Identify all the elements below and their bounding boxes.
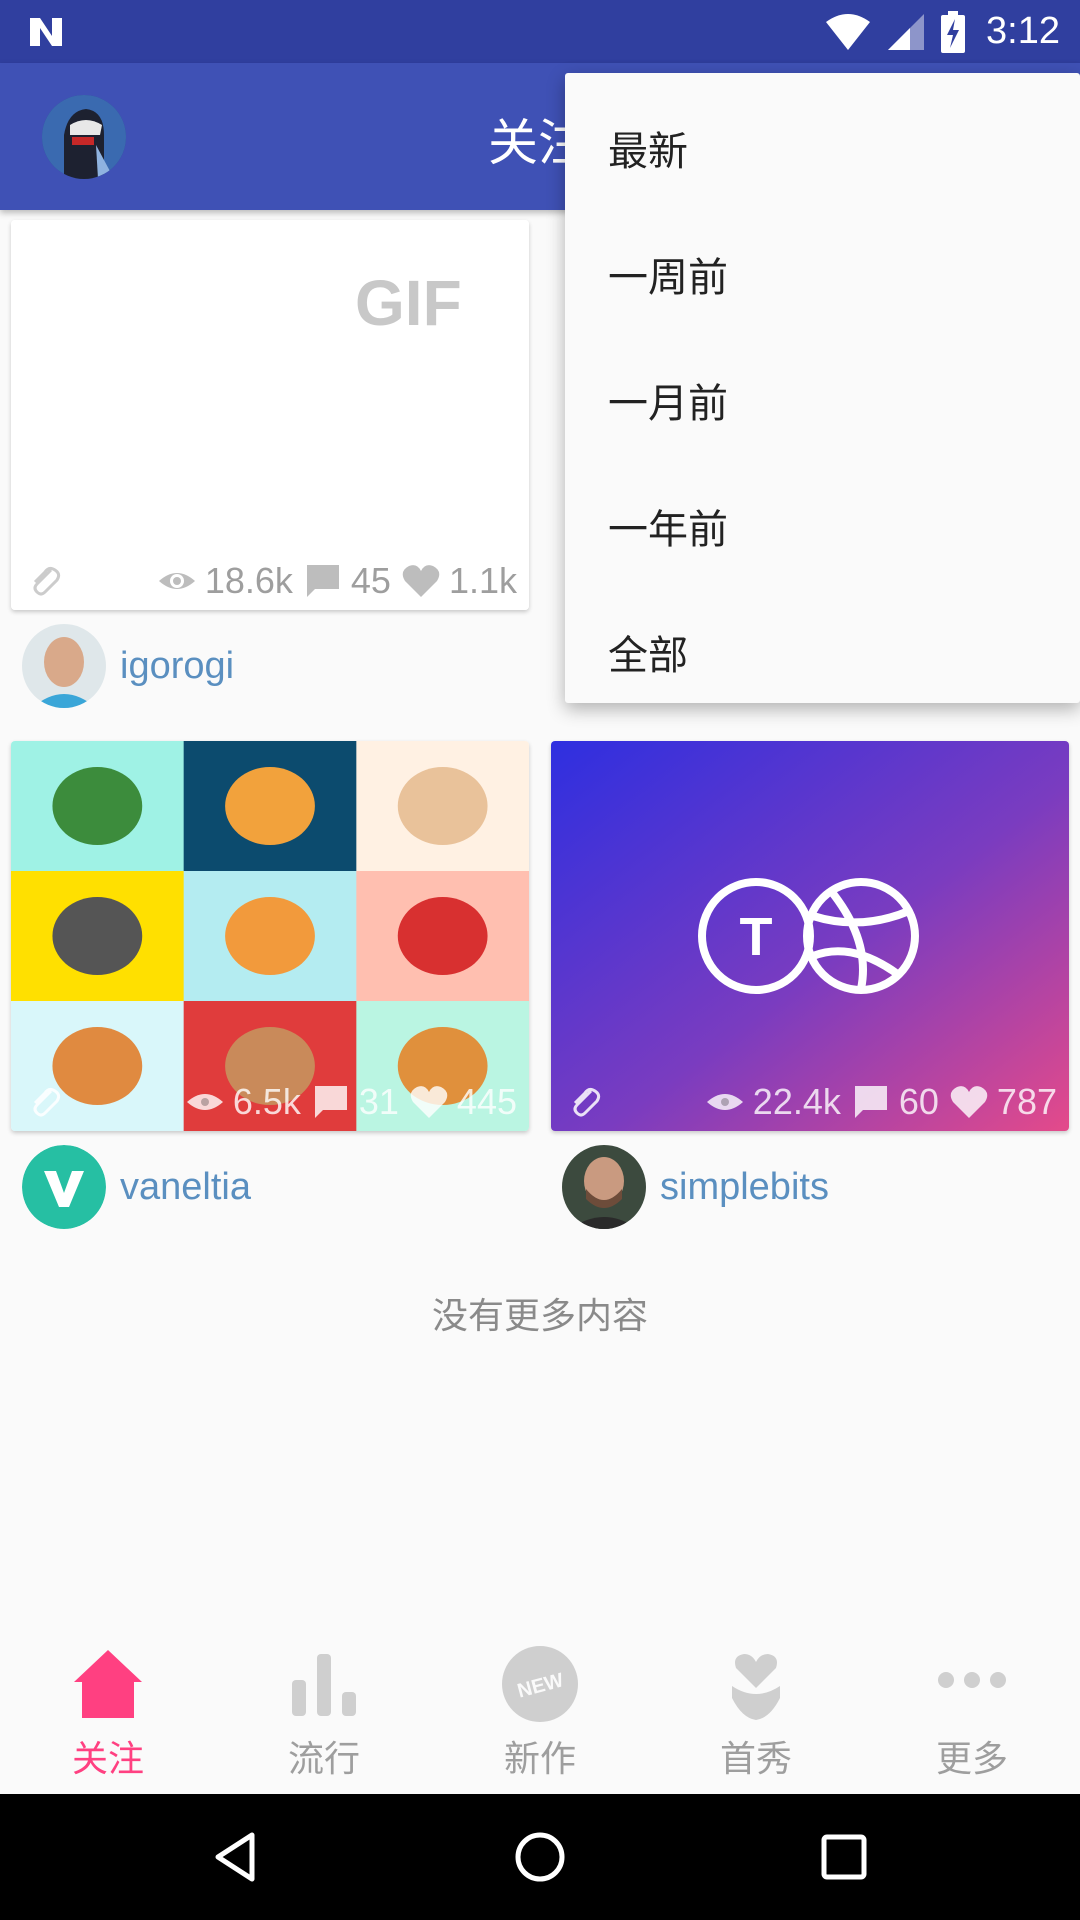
nav-item-new[interactable]: NEW 新作	[432, 1622, 648, 1794]
cell-signal-icon	[888, 13, 925, 50]
avatar-illustration-icon	[42, 95, 126, 179]
letter-v-avatar-icon	[22, 1145, 106, 1229]
comment-icon	[314, 1086, 347, 1118]
bottom-navigation: 关注 流行 NEW 新作 首秀 更多	[0, 1622, 1080, 1794]
comments-count: 31	[358, 1081, 399, 1122]
comments-stat: 45	[303, 560, 391, 602]
nav-label: 新作	[503, 1739, 576, 1780]
comments-count: 60	[898, 1081, 939, 1122]
views-count: 6.5k	[232, 1081, 301, 1122]
pixel-sprite	[397, 767, 488, 845]
screen: 3:12 关注 GIF 18.6k 45 1.1k igorogi 6.5k 3…	[0, 0, 1080, 1920]
home-icon	[74, 1650, 142, 1718]
debut-heart-icon	[732, 1654, 780, 1720]
wifi-icon	[826, 13, 871, 50]
shot-author[interactable]: vaneltia	[22, 1145, 251, 1229]
system-icons: 3:12	[824, 0, 1060, 63]
nav-label: 首秀	[719, 1739, 792, 1780]
gif-badge: GIF	[355, 267, 462, 339]
user-avatar[interactable]	[42, 95, 126, 179]
pixel-sprite	[397, 897, 488, 975]
nav-label: 更多	[935, 1739, 1008, 1780]
android-n-icon	[30, 18, 62, 46]
nav-item-following[interactable]: 关注	[0, 1622, 216, 1794]
heart-icon	[402, 565, 440, 597]
attachment-icon	[33, 1087, 61, 1117]
comment-icon	[306, 565, 339, 597]
heart-icon	[410, 1086, 448, 1118]
shot-stats: 22.4k 60 787	[551, 1073, 1069, 1131]
bald-man-avatar-icon	[562, 1145, 646, 1229]
shot-author[interactable]: igorogi	[22, 624, 234, 708]
back-icon[interactable]	[208, 1829, 264, 1885]
eye-icon	[186, 1094, 223, 1110]
more-dots-icon	[938, 1672, 1006, 1688]
views-stat: 6.5k	[185, 1081, 301, 1123]
author-name[interactable]: vaneltia	[120, 1166, 251, 1209]
comments-stat: 60	[851, 1081, 939, 1123]
no-more-content-text: 没有更多内容	[431, 1296, 648, 1337]
pixel-sprite	[52, 897, 143, 975]
author-avatar[interactable]	[562, 1145, 646, 1229]
nav-item-debut[interactable]: 首秀	[648, 1622, 864, 1794]
comment-icon	[854, 1086, 887, 1118]
author-name[interactable]: simplebits	[660, 1166, 829, 1209]
time-filter-menu: 最新 一周前 一月前 一年前 全部	[565, 73, 1080, 703]
likes-stat: 787	[949, 1081, 1057, 1123]
shot-stats: 6.5k 31 445	[11, 1073, 529, 1131]
views-stat: 18.6k	[157, 560, 293, 602]
author-name[interactable]: igorogi	[120, 645, 234, 688]
shot-stats: 18.6k 45 1.1k	[11, 552, 529, 610]
comments-count: 45	[350, 560, 391, 601]
home-circle-icon[interactable]	[512, 1829, 568, 1885]
likes-count: 787	[996, 1081, 1057, 1122]
heart-icon	[950, 1086, 988, 1118]
shot-author[interactable]: simplebits	[562, 1145, 829, 1229]
attachment-icon	[33, 566, 61, 596]
pixel-sprite	[225, 897, 315, 975]
nav-label: 关注	[71, 1739, 144, 1780]
new-badge-icon: NEW	[502, 1646, 578, 1722]
menu-item-year-ago[interactable]: 一年前	[565, 463, 1080, 589]
status-bar: 3:12	[0, 0, 1080, 63]
face-avatar-icon	[22, 624, 106, 708]
views-count: 18.6k	[204, 560, 293, 601]
shot-card[interactable]: T 22.4k 60 787	[551, 741, 1069, 1131]
shot-card[interactable]: 6.5k 31 445	[11, 741, 529, 1131]
nav-label: 流行	[287, 1739, 360, 1780]
clock-time: 3:12	[986, 10, 1060, 52]
eye-icon	[706, 1094, 743, 1110]
shot-card[interactable]: GIF 18.6k 45 1.1k	[11, 220, 529, 610]
likes-count: 1.1k	[448, 560, 517, 601]
attachment-icon	[573, 1087, 601, 1117]
recents-icon[interactable]	[816, 1829, 872, 1885]
likes-stat: 1.1k	[401, 560, 517, 602]
system-navigation-bar	[0, 1794, 1080, 1920]
comments-stat: 31	[311, 1081, 399, 1123]
battery-icon	[941, 10, 966, 53]
svg-text:T: T	[740, 907, 773, 967]
menu-item-latest[interactable]: 最新	[565, 85, 1080, 211]
pixel-sprite	[225, 767, 315, 845]
menu-item-month-ago[interactable]: 一月前	[565, 337, 1080, 463]
author-avatar[interactable]	[22, 624, 106, 708]
views-stat: 22.4k	[705, 1081, 841, 1123]
menu-item-week-ago[interactable]: 一周前	[565, 211, 1080, 337]
likes-count: 445	[456, 1081, 517, 1122]
author-avatar[interactable]	[22, 1145, 106, 1229]
views-count: 22.4k	[752, 1081, 841, 1122]
likes-stat: 445	[409, 1081, 517, 1123]
eye-icon	[158, 573, 195, 589]
menu-item-all[interactable]: 全部	[565, 589, 1080, 715]
pixel-sprite	[52, 767, 143, 845]
nav-item-popular[interactable]: 流行	[216, 1622, 432, 1794]
bar-chart-icon	[292, 1654, 356, 1716]
nav-item-more[interactable]: 更多	[864, 1622, 1080, 1794]
